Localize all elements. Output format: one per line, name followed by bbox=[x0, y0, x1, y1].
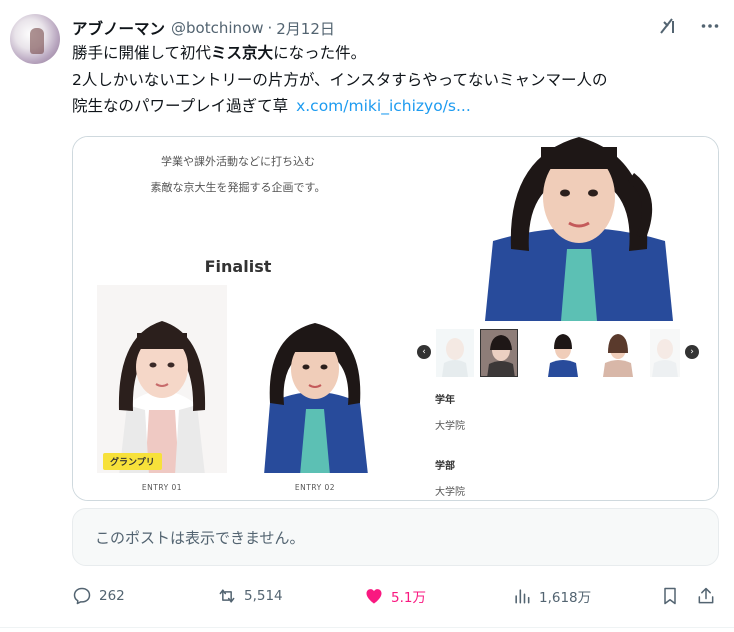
thumbnail[interactable] bbox=[650, 329, 680, 377]
thumbnail-carousel: ‹ › bbox=[415, 329, 711, 379]
entry-02-label: ENTRY 02 bbox=[294, 483, 336, 492]
quote-unavailable-text: このポストは表示できません。 bbox=[95, 529, 305, 547]
thumbnail[interactable] bbox=[544, 329, 582, 377]
grok-icon[interactable] bbox=[658, 16, 678, 40]
share-button[interactable] bbox=[696, 582, 716, 610]
post-date[interactable]: 2月12日 bbox=[276, 18, 335, 39]
tweet-link[interactable]: x.com/miki_ichizyo/s... bbox=[296, 97, 471, 115]
finalist-title: Finalist bbox=[204, 257, 272, 276]
media-card[interactable]: 学業や課外活動などに打ち込む 素敵な京大生を発掘する企画です。 Finalist… bbox=[72, 136, 719, 501]
views-chart-icon bbox=[515, 589, 530, 604]
grand-prix-badge: グランプリ bbox=[103, 453, 162, 470]
like-count: 5.1万 bbox=[391, 590, 426, 606]
media-right-panel: ‹ › 学年 大学院 学部 大学院 bbox=[403, 137, 718, 500]
repost-icon bbox=[219, 589, 235, 603]
tweet-text-line-1: 勝手に開催して初代ミス京大になった件。 bbox=[72, 40, 724, 67]
media-left-panel: 学業や課外活動などに打ち込む 素敵な京大生を発掘する企画です。 Finalist… bbox=[73, 137, 403, 500]
thumbnail[interactable] bbox=[436, 329, 474, 377]
views-count: 1,618万 bbox=[539, 590, 592, 606]
tweet-text-line-2: 2人しかいないエントリーの片方が、インスタすらやってないミャンマー人の bbox=[72, 70, 608, 89]
info-label-grade: 学年 bbox=[435, 395, 455, 406]
profile-main-photo[interactable] bbox=[481, 137, 677, 321]
views-button[interactable]: 1,618万 bbox=[512, 582, 591, 610]
tweet-text-line-3: 院生なのパワープレイ過ぎて草 x.com/miki_ichizyo/s... bbox=[72, 93, 724, 120]
quoted-post-unavailable[interactable]: このポストは表示できません。 bbox=[72, 508, 719, 566]
thumbnail[interactable] bbox=[480, 329, 518, 377]
carousel-prev-button[interactable]: ‹ bbox=[417, 345, 431, 359]
more-options-icon[interactable] bbox=[700, 16, 720, 40]
info-value-faculty: 大学院 bbox=[435, 487, 465, 498]
tweet-text: 勝手に開催して初代ミス京大になった件。 2人しかいないエントリーの片方が、インス… bbox=[72, 40, 724, 120]
display-name[interactable]: アブノーマン bbox=[72, 17, 165, 39]
entry-02-photo[interactable] bbox=[256, 285, 374, 473]
thumbnail[interactable] bbox=[599, 329, 637, 377]
separator-dot: · bbox=[267, 19, 273, 37]
entry-01-photo[interactable] bbox=[97, 285, 227, 473]
repost-button[interactable]: 5,514 bbox=[217, 582, 283, 610]
reply-count: 262 bbox=[99, 588, 125, 604]
bookmark-button[interactable] bbox=[660, 582, 680, 610]
text-highlight: ミス京大 bbox=[211, 44, 274, 62]
avatar-figure bbox=[30, 28, 44, 54]
divider bbox=[0, 627, 734, 628]
info-value-grade: 大学院 bbox=[435, 421, 465, 432]
bookmark-icon bbox=[664, 587, 676, 605]
entry-01-label: ENTRY 01 bbox=[141, 483, 183, 492]
action-bar: 262 5,514 5.1万 1,618万 bbox=[72, 582, 722, 610]
user-handle[interactable]: @botchinow bbox=[171, 19, 263, 37]
carousel-next-button[interactable]: › bbox=[685, 345, 699, 359]
share-icon bbox=[698, 587, 714, 604]
promo-line-1: 学業や課外活動などに打ち込む bbox=[161, 155, 315, 168]
info-label-faculty: 学部 bbox=[435, 461, 455, 472]
text-part: 院生なのパワープレイ過ぎて草 bbox=[72, 97, 289, 115]
heart-icon bbox=[366, 589, 382, 604]
tweet-header: アブノーマン @botchinow · 2月12日 bbox=[72, 16, 720, 40]
reply-icon bbox=[73, 587, 91, 605]
text-part: 勝手に開催して初代 bbox=[72, 44, 212, 62]
repost-count: 5,514 bbox=[244, 588, 283, 604]
promo-line-2: 素敵な京大生を発掘する企画です。 bbox=[150, 181, 326, 194]
text-part: になった件。 bbox=[273, 44, 367, 62]
reply-button[interactable]: 262 bbox=[72, 582, 125, 610]
like-button[interactable]: 5.1万 bbox=[364, 582, 426, 610]
author-avatar[interactable] bbox=[10, 14, 60, 64]
